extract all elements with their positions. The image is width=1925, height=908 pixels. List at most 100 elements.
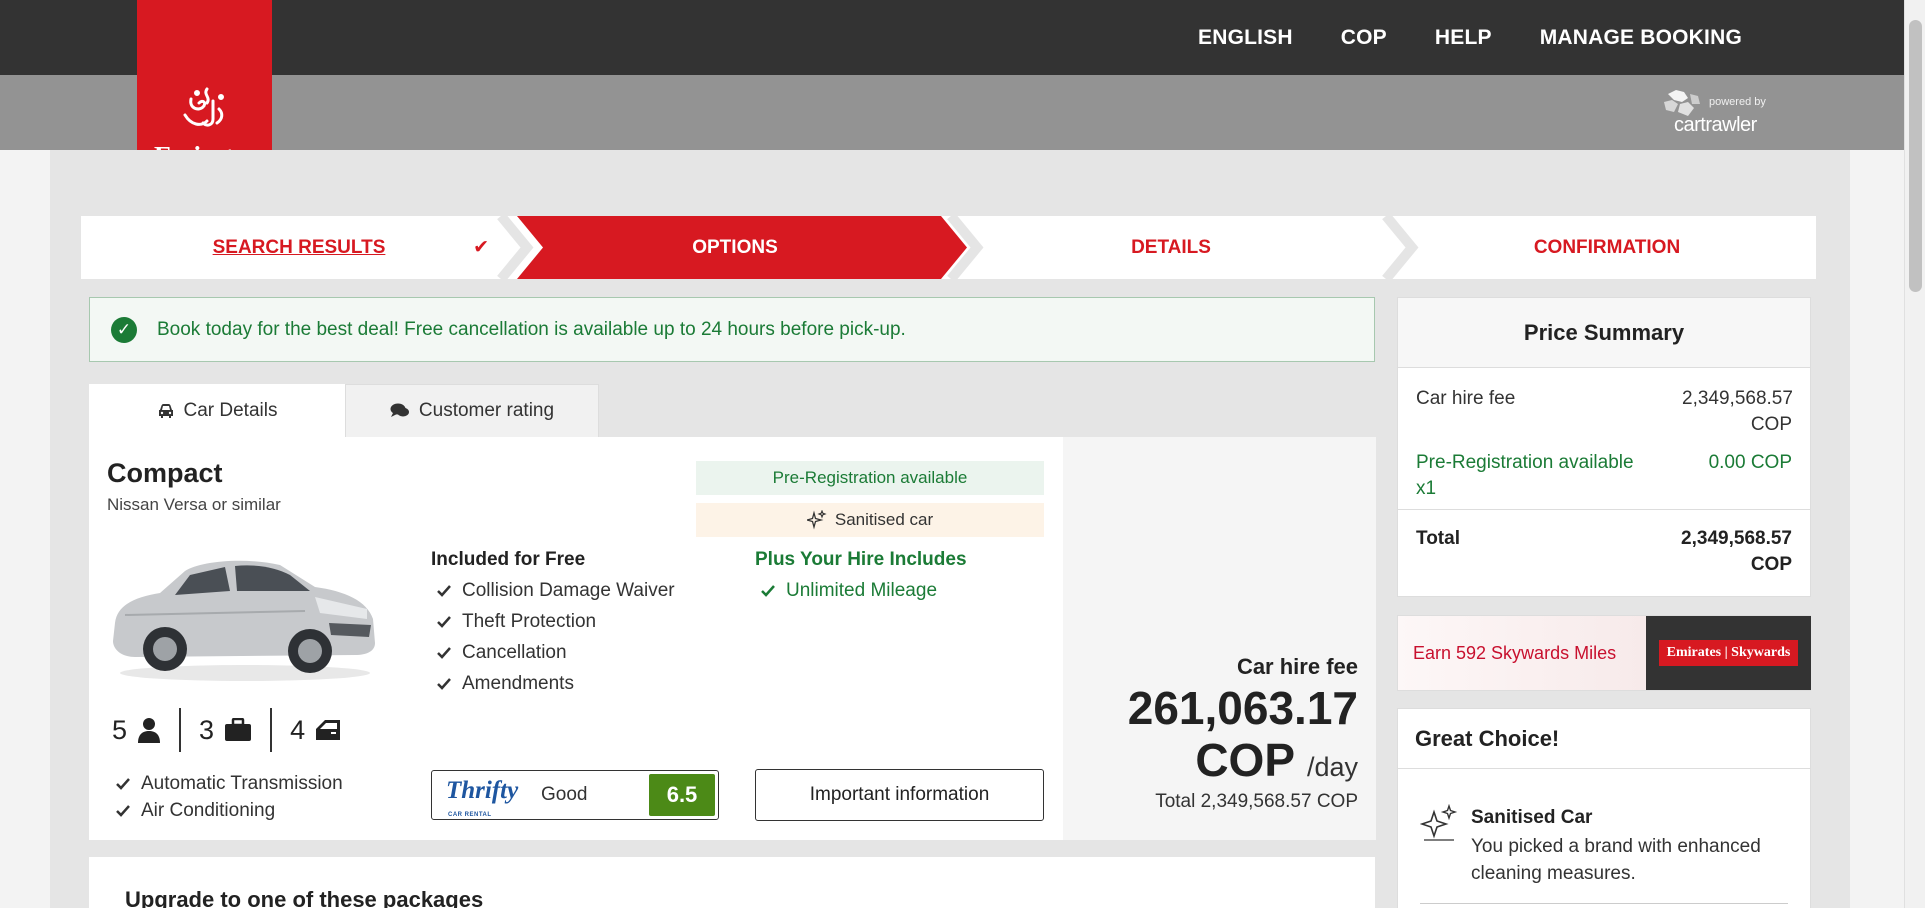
header-band xyxy=(0,75,1904,150)
free-cancellation-notice: ✓ Book today for the best deal! Free can… xyxy=(89,297,1375,362)
car-image xyxy=(113,560,375,681)
price-currency: COP xyxy=(1195,734,1295,786)
car-features: Automatic Transmission Air Conditioning xyxy=(116,770,343,824)
feature-aircon: Air Conditioning xyxy=(141,800,276,821)
sanitised-car-desc: You picked a brand with enhanced cleanin… xyxy=(1471,836,1761,884)
doors-count: 4 xyxy=(290,714,306,745)
check-icon xyxy=(437,646,451,659)
list-item: Automatic Transmission xyxy=(116,770,343,797)
skywards-logo-area: Emirates | Skywards xyxy=(1646,616,1811,690)
step-search-results-label: SEARCH RESULTS xyxy=(212,236,386,258)
step-confirmation: CONFIRMATION xyxy=(1389,216,1825,279)
check-icon xyxy=(437,584,451,597)
summary-row-prereg: Pre-Registration available x1 0.00 COP xyxy=(1416,450,1792,502)
supplier-rating-button[interactable]: Thrifty CAR RENTAL Good 6.5 xyxy=(431,770,719,820)
supplier-name: Thrifty xyxy=(446,777,519,804)
cartrawler-wordmark: cartrawler xyxy=(1674,114,1757,136)
car-icon xyxy=(158,403,173,418)
language-link[interactable]: ENGLISH xyxy=(1198,26,1293,50)
great-choice-panel: Great Choice! Sanitised Car You picked a… xyxy=(1397,708,1811,908)
rating-text: Good xyxy=(541,784,588,805)
summary-value: 2,349,568.57 COP xyxy=(1681,528,1792,575)
included-free-list: Included for Free Collision Damage Waive… xyxy=(431,549,675,699)
tab-customer-rating-label: Customer rating xyxy=(418,400,555,421)
price-label: Car hire fee xyxy=(1236,654,1358,679)
price-currency-line: COP /day xyxy=(1195,734,1358,793)
price-total: Total 2,349,568.57 COP xyxy=(1155,791,1358,812)
important-information-button[interactable]: Important information xyxy=(755,769,1044,821)
included-title: Included for Free xyxy=(431,549,586,570)
chat-bubbles-icon xyxy=(390,403,409,417)
plus-title: Plus Your Hire Includes xyxy=(755,549,967,570)
notice-text: Book today for the best deal! Free cance… xyxy=(157,318,906,340)
skywards-banner: Earn 592 Skywards Miles Emirates | Skywa… xyxy=(1397,615,1811,691)
skywards-earn-text: Earn 592 Skywards Miles xyxy=(1398,616,1646,690)
summary-value: 2,349,568.57 COP xyxy=(1682,388,1793,435)
help-link[interactable]: HELP xyxy=(1435,26,1492,50)
car-category: Compact xyxy=(107,458,223,488)
rating-score: 6.5 xyxy=(649,774,715,816)
emirates-calligraphy-icon xyxy=(183,87,224,127)
summary-row-total: Total 2,349,568.57 COP xyxy=(1416,526,1792,575)
upgrade-title: Upgrade to one of these packages xyxy=(125,887,484,908)
step-options-label: OPTIONS xyxy=(692,236,778,258)
price-per-day: /day xyxy=(1306,752,1358,782)
sanitised-badge: Sanitised car xyxy=(696,503,1044,537)
summary-label: Car hire fee xyxy=(1416,388,1516,409)
list-item: Air Conditioning xyxy=(116,797,343,824)
great-choice-divider xyxy=(1420,903,1788,904)
included-item: Theft Protection xyxy=(462,611,597,632)
summary-value: 0.00 COP xyxy=(1708,452,1792,473)
check-circle-icon: ✓ xyxy=(111,316,137,343)
list-item: Theft Protection xyxy=(437,606,675,637)
tab-car-details[interactable]: Car Details xyxy=(89,384,345,437)
price-box: Car hire fee 261,063.17 COP /day Total 2… xyxy=(1063,437,1376,840)
sanitised-label: Sanitised car xyxy=(834,510,934,529)
great-choice-title: Great Choice! xyxy=(1398,709,1810,769)
list-item: Amendments xyxy=(437,668,675,699)
summary-label: Pre-Registration available x1 xyxy=(1416,452,1634,499)
list-item: Cancellation xyxy=(437,637,675,668)
bags-spec: 3 xyxy=(181,715,270,746)
sparkle-icon xyxy=(1420,804,1458,841)
step-confirmation-label: CONFIRMATION xyxy=(1533,236,1681,258)
list-item: Collision Damage Waiver xyxy=(437,575,675,606)
tab-car-details-label: Car Details xyxy=(183,399,278,421)
currency-link[interactable]: COP xyxy=(1341,26,1387,50)
summary-divider xyxy=(1398,509,1810,510)
seats-spec: 5 xyxy=(110,715,179,746)
check-icon xyxy=(437,615,451,628)
page-scrollbar[interactable] xyxy=(1904,0,1925,908)
feature-transmission: Automatic Transmission xyxy=(141,773,343,794)
check-icon xyxy=(761,584,775,597)
list-item: Unlimited Mileage xyxy=(761,575,967,606)
step-search-results[interactable]: SEARCH RESULTS ✔ xyxy=(81,216,517,279)
price-summary: Price Summary Car hire fee 2,349,568.57 … xyxy=(1397,297,1811,597)
summary-label: Total xyxy=(1416,528,1460,549)
scrollbar-thumb[interactable] xyxy=(1909,20,1922,292)
powered-by-label: powered by xyxy=(1709,96,1766,108)
hire-includes-list: Plus Your Hire Includes Unlimited Mileag… xyxy=(755,549,967,606)
doors-spec: 4 xyxy=(272,715,359,746)
tab-customer-rating[interactable]: Customer rating xyxy=(345,384,599,437)
person-icon xyxy=(138,718,161,743)
manage-booking-link[interactable]: MANAGE BOOKING xyxy=(1540,26,1742,50)
step-details-label: DETAILS xyxy=(1131,236,1211,258)
included-item: Amendments xyxy=(462,673,574,694)
bags-count: 3 xyxy=(199,714,215,745)
car-model: Nissan Versa or similar xyxy=(107,495,281,514)
supplier-tagline: CAR RENTAL xyxy=(448,812,492,818)
sanitised-car-title: Sanitised Car xyxy=(1471,807,1593,828)
check-icon xyxy=(116,804,130,817)
price-summary-title: Price Summary xyxy=(1398,298,1810,368)
check-icon xyxy=(437,677,451,690)
prereg-badge: Pre-Registration available xyxy=(696,461,1044,495)
sparkle-icon xyxy=(806,510,827,530)
seats-count: 5 xyxy=(112,714,128,745)
plus-item: Unlimited Mileage xyxy=(786,580,938,601)
cartrawler-logo: powered by cartrawler xyxy=(1662,88,1772,140)
car-door-icon xyxy=(316,720,341,740)
included-item: Cancellation xyxy=(462,642,567,663)
suitcase-icon xyxy=(225,718,252,741)
skywards-logo: Emirates | Skywards xyxy=(1658,640,1799,666)
